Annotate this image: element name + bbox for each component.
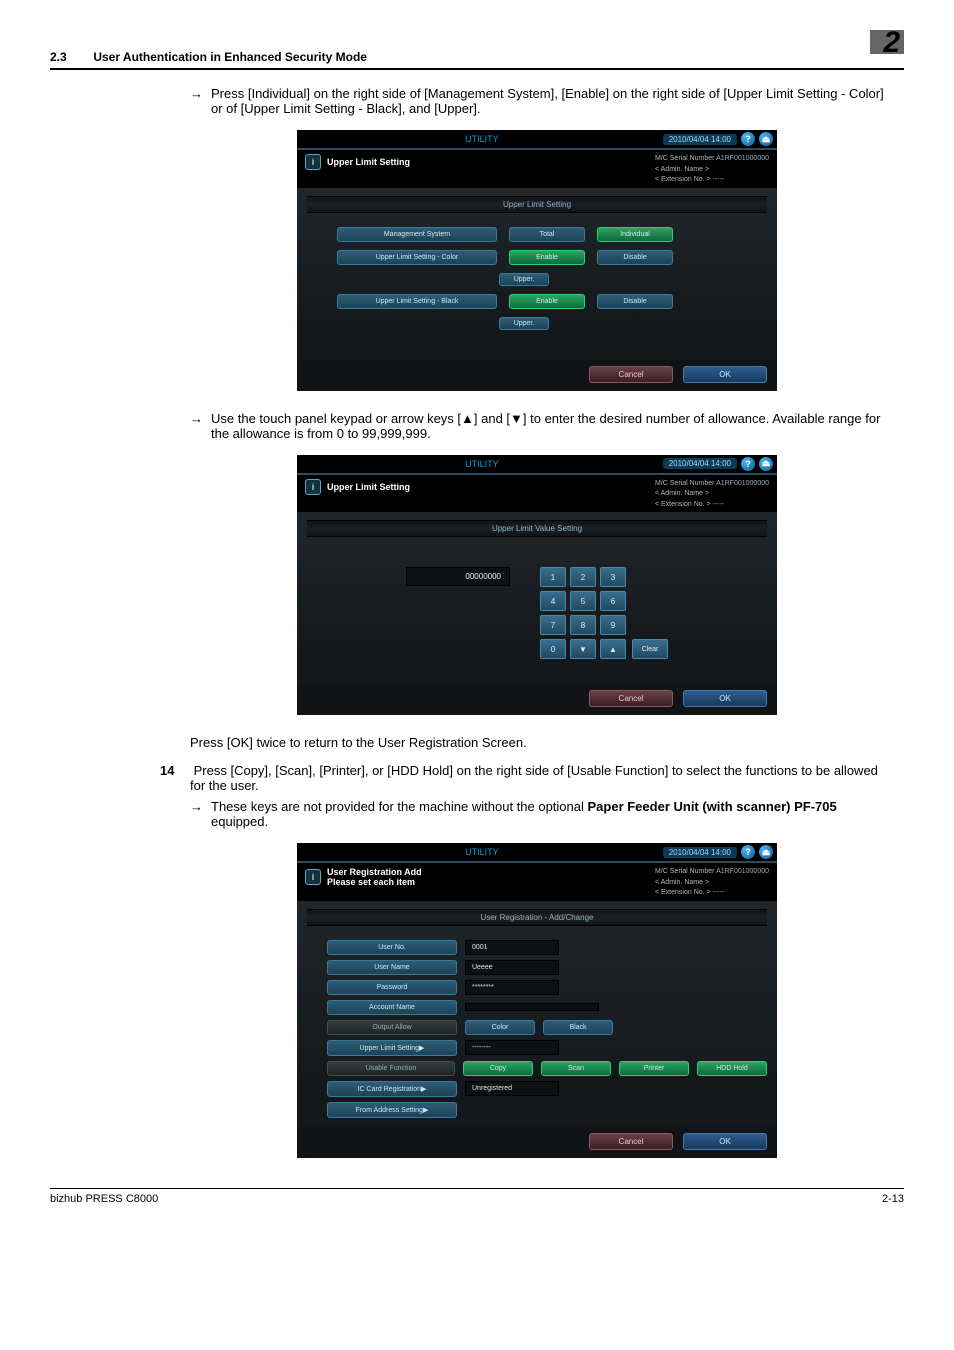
management-system-label: Management System xyxy=(337,227,497,242)
arrow-icon: → xyxy=(190,86,203,101)
value-display: 00000000 xyxy=(406,567,510,586)
ok-button[interactable]: OK xyxy=(683,1133,767,1150)
key-1[interactable]: 1 xyxy=(540,567,566,587)
utility-label: UTILITY xyxy=(465,459,499,469)
cancel-button[interactable]: Cancel xyxy=(589,1133,673,1150)
chapter-number-badge: 2 xyxy=(870,30,904,64)
arrow-icon: → xyxy=(190,411,203,426)
numeric-keypad: 1 2 3 4 5 6 7 8 xyxy=(540,567,626,659)
password-button[interactable]: Password xyxy=(327,980,457,995)
scan-button[interactable]: Scan xyxy=(541,1061,611,1076)
timestamp: 2010/04/04 14:00 xyxy=(663,458,737,469)
key-clear[interactable]: Clear xyxy=(632,639,668,659)
black-button[interactable]: Black xyxy=(543,1020,613,1035)
key-7[interactable]: 7 xyxy=(540,615,566,635)
eject-icon[interactable]: ⏏ xyxy=(759,132,773,146)
utility-label: UTILITY xyxy=(465,134,499,144)
disable-black-button[interactable]: Disable xyxy=(597,294,673,309)
key-0[interactable]: 0 xyxy=(540,639,566,659)
upper-limit-value: -------- xyxy=(465,1040,559,1055)
key-down[interactable]: ▼ xyxy=(570,639,596,659)
enable-color-button[interactable]: Enable xyxy=(509,250,585,265)
user-no-label: User No. xyxy=(327,940,457,955)
arrow-icon: → xyxy=(190,799,203,814)
ic-card-registration-button[interactable]: IC Card Registration▶ xyxy=(327,1081,457,1097)
key-3[interactable]: 3 xyxy=(600,567,626,587)
utility-label: UTILITY xyxy=(465,847,499,857)
individual-button[interactable]: Individual xyxy=(597,227,673,242)
from-address-setting-button[interactable]: From Address Setting▶ xyxy=(327,1102,457,1118)
password-value: ******** xyxy=(465,980,559,995)
ok-button[interactable]: OK xyxy=(683,366,767,383)
user-no-value: 0001 xyxy=(465,940,559,955)
key-8[interactable]: 8 xyxy=(570,615,596,635)
upper-limit-setting-button[interactable]: Upper Limit Setting▶ xyxy=(327,1040,457,1056)
instruction-text: These keys are not provided for the mach… xyxy=(211,799,884,829)
help-icon[interactable]: ? xyxy=(741,845,755,859)
screenshot-upper-limit-value: UTILITY 2010/04/04 14:00 ? ⏏ i Upper Lim… xyxy=(297,455,777,716)
total-button[interactable]: Total xyxy=(509,227,585,242)
timestamp: 2010/04/04 14:00 xyxy=(663,134,737,145)
info-icon: i xyxy=(305,869,321,885)
ic-card-value: Unregistered xyxy=(465,1081,559,1096)
key-2[interactable]: 2 xyxy=(570,567,596,587)
section-band: User Registration - Add/Change xyxy=(307,909,767,926)
footer-product: bizhub PRESS C8000 xyxy=(50,1193,158,1205)
upper-limit-color-label: Upper Limit Setting - Color xyxy=(337,250,497,265)
help-icon[interactable]: ? xyxy=(741,457,755,471)
key-up[interactable]: ▲ xyxy=(600,639,626,659)
cancel-button[interactable]: Cancel xyxy=(589,366,673,383)
eject-icon[interactable]: ⏏ xyxy=(759,845,773,859)
user-name-button[interactable]: User Name xyxy=(327,960,457,975)
info-icon: i xyxy=(305,154,321,170)
timestamp: 2010/04/04 14:00 xyxy=(663,847,737,858)
printer-button[interactable]: Printer xyxy=(619,1061,689,1076)
key-9[interactable]: 9 xyxy=(600,615,626,635)
key-6[interactable]: 6 xyxy=(600,591,626,611)
usable-function-label: Usable Function xyxy=(327,1061,455,1076)
screenshot-upper-limit-setting: UTILITY 2010/04/04 14:00 ? ⏏ i Upper Lim… xyxy=(297,130,777,391)
step-text: Press [Copy], [Scan], [Printer], or [HDD… xyxy=(190,763,878,793)
panel-title: Upper Limit Setting xyxy=(327,482,410,492)
machine-info: M/C Serial Number A1RF001000000 < Admin.… xyxy=(655,479,769,511)
section-band: Upper Limit Setting xyxy=(307,196,767,213)
section-band: Upper Limit Value Setting xyxy=(307,520,767,537)
copy-button[interactable]: Copy xyxy=(463,1061,533,1076)
upper-black-button[interactable]: Upper. xyxy=(499,317,549,330)
panel-title: User Registration AddPlease set each ite… xyxy=(327,867,422,887)
screenshot-user-registration: UTILITY 2010/04/04 14:00 ? ⏏ i User Regi… xyxy=(297,843,777,1158)
account-name-value xyxy=(465,1003,599,1011)
info-icon: i xyxy=(305,479,321,495)
panel-title: Upper Limit Setting xyxy=(327,157,410,167)
eject-icon[interactable]: ⏏ xyxy=(759,457,773,471)
key-5[interactable]: 5 xyxy=(570,591,596,611)
instruction-text: Use the touch panel keypad or arrow keys… xyxy=(211,411,884,441)
footer-page-number: 2-13 xyxy=(882,1193,904,1205)
disable-color-button[interactable]: Disable xyxy=(597,250,673,265)
upper-limit-black-label: Upper Limit Setting - Black xyxy=(337,294,497,309)
color-button[interactable]: Color xyxy=(465,1020,535,1035)
instruction-text: Press [Individual] on the right side of … xyxy=(211,86,884,116)
help-icon[interactable]: ? xyxy=(741,132,755,146)
key-4[interactable]: 4 xyxy=(540,591,566,611)
cancel-button[interactable]: Cancel xyxy=(589,690,673,707)
enable-black-button[interactable]: Enable xyxy=(509,294,585,309)
account-name-button[interactable]: Account Name xyxy=(327,1000,457,1015)
ok-button[interactable]: OK xyxy=(683,690,767,707)
machine-info: M/C Serial Number A1RF001000000 < Admin.… xyxy=(655,867,769,899)
upper-color-button[interactable]: Upper. xyxy=(499,273,549,286)
machine-info: M/C Serial Number A1RF001000000 < Admin.… xyxy=(655,154,769,186)
user-name-value: Ueeee xyxy=(465,960,559,975)
output-allow-label: Output Allow xyxy=(327,1020,457,1035)
step-number: 14 xyxy=(160,763,190,778)
hdd-hold-button[interactable]: HDD Hold xyxy=(697,1061,767,1076)
section-heading: 2.3 User Authentication in Enhanced Secu… xyxy=(50,50,367,64)
instruction-text: Press [OK] twice to return to the User R… xyxy=(190,735,884,750)
